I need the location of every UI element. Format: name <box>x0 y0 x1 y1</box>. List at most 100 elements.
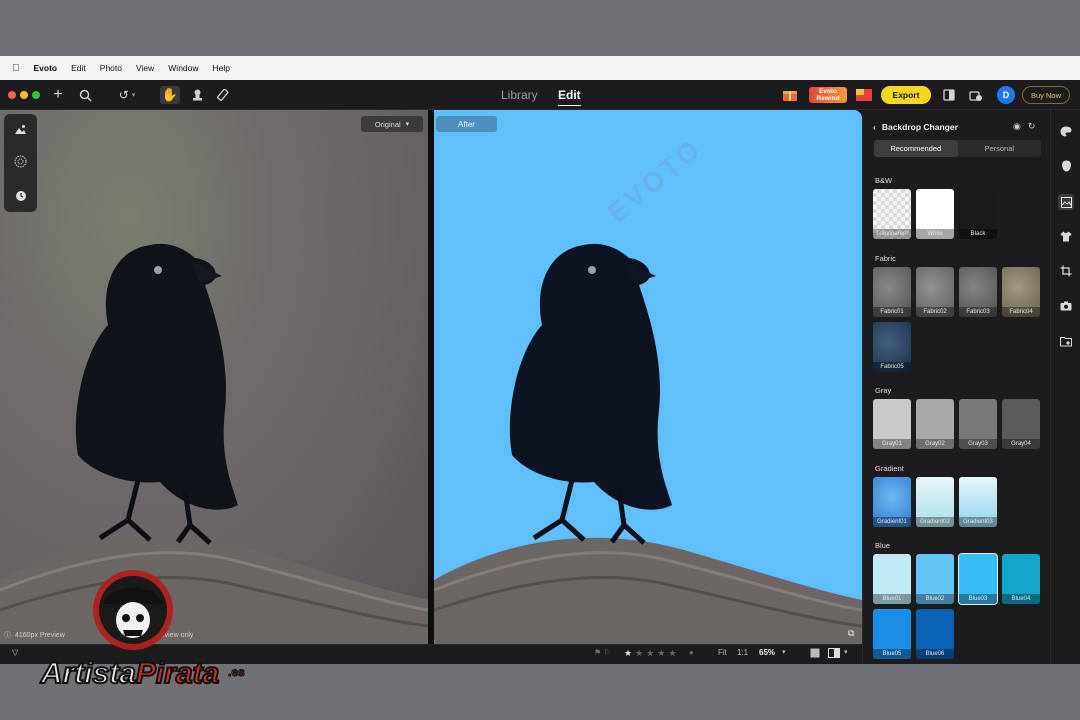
menu-edit[interactable]: Edit <box>71 63 86 73</box>
zoom-chevron-icon[interactable]: ▾ <box>782 648 786 656</box>
history-clock-icon[interactable] <box>11 186 30 205</box>
flag-promo-icon[interactable] <box>855 86 873 104</box>
backdrop-swatch[interactable]: Gradient03 <box>959 477 997 527</box>
backdrop-swatch[interactable]: Gray03 <box>959 399 997 449</box>
backdrop-swatch[interactable]: Blue05 <box>873 609 911 659</box>
backdrop-panel: ‹ Backdrop Changer ◉ ↻ Recommended Perso… <box>862 110 1050 664</box>
evoto-rewind-badge[interactable]: Evoto Rewind <box>809 86 847 104</box>
tab-edit[interactable]: Edit <box>558 88 581 106</box>
menu-window[interactable]: Window <box>168 63 198 73</box>
canvas: Original ▾ ⓘ 4160px Preview ...view only… <box>0 110 862 644</box>
menu-view[interactable]: View <box>136 63 154 73</box>
backdrop-swatch[interactable]: Fabric02 <box>916 267 954 317</box>
swatch-label: Transparent <box>873 229 911 239</box>
backdrop-swatch[interactable]: Blue06 <box>916 609 954 659</box>
section-title: Gradient <box>875 464 904 473</box>
original-label: Original <box>374 119 401 129</box>
minimize-window-button[interactable] <box>20 91 28 99</box>
close-window-button[interactable] <box>8 91 16 99</box>
compare-icon[interactable] <box>942 86 956 104</box>
add-icon[interactable]: + <box>50 86 66 104</box>
backdrop-swatch[interactable]: Fabric05 <box>873 322 911 372</box>
split-view-icon[interactable] <box>828 648 840 658</box>
section-title: B&W <box>875 176 893 185</box>
folder-settings-icon[interactable] <box>1059 334 1073 348</box>
original-photo[interactable]: Original ▾ ⓘ 4160px Preview ...view only <box>0 110 428 644</box>
export-button[interactable]: Export <box>881 86 931 104</box>
backdrop-swatch[interactable]: White <box>916 189 954 239</box>
avatar[interactable]: D <box>997 86 1015 104</box>
ai-portrait-icon[interactable] <box>11 120 30 139</box>
preview-eye-icon[interactable]: ◉ <box>1013 121 1021 132</box>
menu-bar:  Evoto Edit Photo View Window Help <box>0 56 1080 80</box>
swatch-label: Fabric04 <box>1002 307 1040 317</box>
texture-icon[interactable] <box>11 152 30 171</box>
fullscreen-icon[interactable]: ⧉ <box>848 628 854 639</box>
star-1[interactable]: ★ <box>624 648 632 659</box>
batch-icon[interactable] <box>967 86 983 104</box>
tab-recommended[interactable]: Recommended <box>874 140 958 157</box>
original-dropdown[interactable]: Original ▾ <box>361 116 423 132</box>
backdrop-icon[interactable] <box>1058 194 1074 210</box>
palette-icon[interactable] <box>1059 124 1073 138</box>
camera-icon[interactable] <box>1059 299 1073 313</box>
backdrop-swatch[interactable]: Fabric04 <box>1002 267 1040 317</box>
panel-header: ‹ Backdrop Changer <box>873 122 958 132</box>
tab-personal[interactable]: Personal <box>958 140 1042 157</box>
star-2[interactable]: ★ <box>635 648 643 659</box>
search-icon[interactable] <box>76 86 94 104</box>
after-photo[interactable]: EVOTO After ⧉ <box>434 110 862 644</box>
crop-icon[interactable] <box>1059 264 1073 278</box>
backdrop-swatch[interactable]: Gradient01 <box>873 477 911 527</box>
menu-help[interactable]: Help <box>213 63 230 73</box>
swatch-label: Fabric01 <box>873 307 911 317</box>
swatch-label: Gradient01 <box>873 517 911 527</box>
swatch-label: Blue05 <box>873 649 911 659</box>
swatch-label: Blue06 <box>916 649 954 659</box>
reset-icon[interactable]: ↻ <box>1028 121 1036 132</box>
one-to-one-button[interactable]: 1:1 <box>737 648 748 657</box>
apple-icon[interactable]:  <box>12 63 20 74</box>
svg-text:.es: .es <box>228 665 245 679</box>
backdrop-swatch[interactable]: Transparent <box>873 189 911 239</box>
backdrop-swatch[interactable]: Gray02 <box>916 399 954 449</box>
menu-photo[interactable]: Photo <box>100 63 122 73</box>
undo-history-icon[interactable]: ↺ ▾ <box>112 86 142 104</box>
menu-app[interactable]: Evoto <box>34 63 58 73</box>
color-label-dot[interactable]: ● <box>689 648 694 657</box>
eraser-tool-icon[interactable] <box>214 86 232 104</box>
backdrop-swatch[interactable]: Gray01 <box>873 399 911 449</box>
backdrop-swatch[interactable]: Blue01 <box>873 554 911 604</box>
stamp-tool-icon[interactable] <box>188 86 206 104</box>
fit-button[interactable]: Fit <box>718 648 727 657</box>
backdrop-swatch[interactable]: Fabric01 <box>873 267 911 317</box>
star-4[interactable]: ★ <box>657 648 665 659</box>
star-rating[interactable]: ★ ★ ★ ★ ★ <box>624 648 679 659</box>
backdrop-swatch[interactable]: Blue04 <box>1002 554 1040 604</box>
swatch-label: Gradient03 <box>959 517 997 527</box>
face-icon[interactable] <box>1059 159 1073 173</box>
buy-now-button[interactable]: Buy Now <box>1022 86 1070 104</box>
toolbar: + ↺▾ ✋ Library Edit Evoto Rewind Export <box>0 80 1080 110</box>
backdrop-swatch[interactable]: Fabric03 <box>959 267 997 317</box>
backdrop-swatch[interactable]: Black <box>959 189 997 239</box>
tab-library[interactable]: Library <box>501 88 538 102</box>
clothing-icon[interactable] <box>1059 229 1073 243</box>
flag-icons[interactable]: ⚑ ⚐ <box>594 648 611 657</box>
section-title: Gray <box>875 386 892 395</box>
back-chevron-icon[interactable]: ‹ <box>873 122 876 132</box>
swatch-label: Blue02 <box>916 594 954 604</box>
backdrop-swatch[interactable]: Gradient02 <box>916 477 954 527</box>
gift-icon[interactable] <box>781 86 799 104</box>
zoom-level[interactable]: 65% <box>759 648 775 657</box>
zoom-window-button[interactable] <box>32 91 40 99</box>
backdrop-swatch[interactable]: Blue03 <box>958 553 998 605</box>
swatch-label: Fabric02 <box>916 307 954 317</box>
star-5[interactable]: ★ <box>668 648 676 659</box>
star-3[interactable]: ★ <box>646 648 654 659</box>
single-view-icon[interactable] <box>810 648 820 658</box>
backdrop-swatch[interactable]: Gray04 <box>1002 399 1040 449</box>
backdrop-swatch[interactable]: Blue02 <box>916 554 954 604</box>
hand-tool-icon[interactable]: ✋ <box>160 86 180 104</box>
view-chevron-icon[interactable]: ▾ <box>844 648 848 656</box>
